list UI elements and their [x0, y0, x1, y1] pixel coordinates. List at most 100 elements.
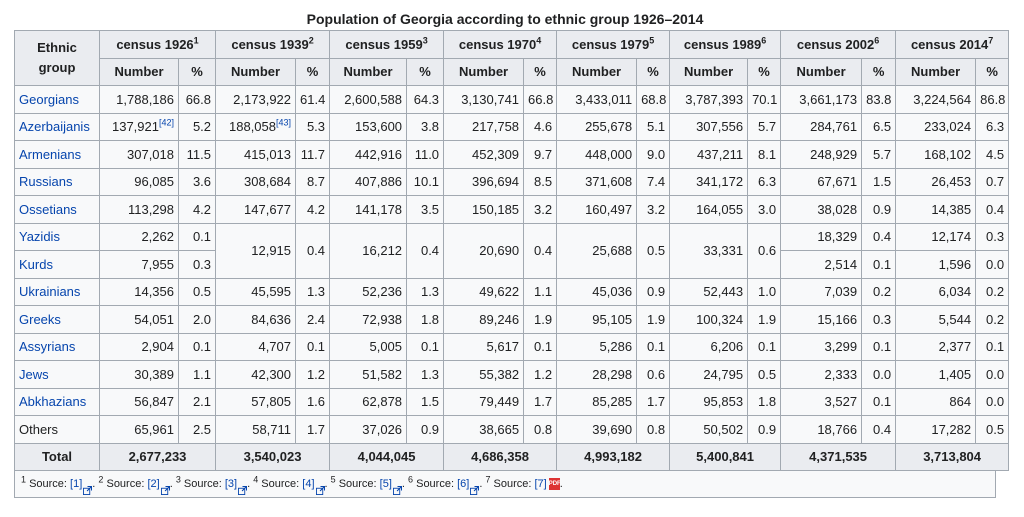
population-number-cell: 85,285: [556, 387, 638, 416]
population-percent-cell: 6.3: [975, 112, 1010, 141]
population-number-cell: 3,299: [780, 332, 863, 361]
population-number: 50,502: [703, 421, 744, 437]
footnote-source-link[interactable]: [5]: [380, 478, 392, 490]
census-footnote-marker[interactable]: 2: [309, 35, 314, 45]
population-percent-cell: 5.7: [747, 112, 782, 141]
ethnic-group-link[interactable]: Armenians: [19, 147, 81, 162]
census-footnote-marker[interactable]: 4: [536, 35, 541, 45]
population-number: 12,174: [931, 229, 972, 245]
census-label: census 1939: [231, 36, 309, 52]
population-number-cell: 307,556: [669, 112, 749, 141]
census-footnote-marker[interactable]: 5: [649, 35, 654, 45]
footnote-source-link[interactable]: [6]: [457, 478, 469, 490]
column-header-percent: %: [747, 57, 782, 86]
population-number: 168,102: [924, 146, 972, 162]
population-percent-cell: 83.8: [861, 85, 897, 114]
census-footnote-marker[interactable]: 6: [874, 35, 879, 45]
ethnic-group-link[interactable]: Yazidis: [19, 229, 60, 244]
header-row-censuses: Ethnic group census 19261 census 19392 cens…: [14, 30, 1010, 86]
table-row: Others 65,961 2.5 58,711 1.7 37,026 0.9 38,665 0…: [14, 415, 1010, 444]
population-percent-cell: 0.0: [975, 250, 1010, 279]
population-number: 308,684: [244, 174, 292, 190]
footnote-source-link[interactable]: [4]: [302, 478, 314, 490]
ethnic-group-cell[interactable]: Ossetians: [14, 195, 100, 224]
header-row-subcolumns: Number% Number% Number% Number% Number% Numbe…: [15, 57, 1010, 86]
ethnic-group-cell[interactable]: Assyrians: [14, 332, 100, 361]
population-number: 188,058: [229, 119, 276, 135]
population-number-cell: 49,622: [443, 277, 525, 306]
population-percent-cell: 0.5: [177, 277, 217, 306]
population-number: 4,707: [258, 339, 292, 355]
census-footnote-marker[interactable]: 6: [761, 35, 766, 45]
footnote-source-link[interactable]: [1]: [70, 478, 82, 490]
population-number-cell: 442,916: [329, 140, 408, 169]
population-number-cell: 5,617: [443, 332, 525, 361]
ethnic-group-link[interactable]: Kurds: [19, 257, 53, 272]
population-number: 307,556: [696, 119, 744, 135]
population-percent-cell: 1.6: [295, 387, 331, 416]
population-percent-cell: 0.1: [295, 332, 331, 361]
population-percent-cell: 1.9: [523, 305, 558, 334]
population-number: 141,178: [355, 201, 403, 217]
population-number: 3,224,564: [913, 91, 972, 107]
population-number-cell: 164,055: [669, 195, 749, 224]
population-number: 95,105: [592, 311, 633, 327]
total-row: Total 2,677,233 3,540,023 4,044,045 4,686,35…: [14, 442, 1010, 471]
ethnic-group-name: Others: [19, 421, 59, 437]
footnote-source-link[interactable]: [3]: [225, 478, 237, 490]
ethnic-group-link[interactable]: Ossetians: [19, 202, 77, 217]
ethnic-group-cell[interactable]: Abkhazians: [14, 387, 100, 416]
population-number-cell: 52,236: [329, 277, 408, 306]
population-percent-cell: 4.2: [295, 195, 331, 224]
column-header-census: census 19392: [215, 30, 331, 59]
population-number-cell: 188,058[43]: [215, 112, 297, 141]
ethnic-group-link[interactable]: Russians: [19, 174, 72, 189]
footnote-source-link[interactable]: [7]: [534, 478, 546, 490]
ethnic-group-cell[interactable]: Greeks: [14, 305, 100, 334]
ethnic-group-cell[interactable]: Kurds: [14, 250, 100, 279]
ethnic-group-cell[interactable]: Jews: [14, 360, 100, 389]
population-number-cell: 50,502: [669, 415, 749, 444]
ethnic-group-cell[interactable]: Azerbaijanis: [14, 112, 100, 141]
population-number-cell: 45,595: [215, 277, 297, 306]
population-percent-cell: 4.5: [975, 140, 1010, 169]
population-number: 38,028: [817, 201, 858, 217]
ethnic-group-link[interactable]: Assyrians: [19, 339, 75, 354]
population-percent-cell: 0.7: [975, 167, 1010, 196]
ethnic-group-cell[interactable]: Russians: [14, 167, 100, 196]
population-percent-cell: 0.4: [861, 415, 897, 444]
ethnic-group-link[interactable]: Ukrainians: [19, 284, 80, 299]
population-number-cell: 147,677: [215, 195, 297, 224]
reference-link[interactable]: [42]: [159, 118, 174, 128]
population-number-cell: 33,331: [669, 222, 749, 279]
population-percent-cell: 1.2: [295, 360, 331, 389]
population-percent-cell: 0.1: [747, 332, 782, 361]
census-footnote-marker[interactable]: 1: [194, 35, 199, 45]
table-row: Armenians 307,018 11.5 415,013 11.7 442,916 11…: [14, 140, 1010, 169]
census-footnote-marker[interactable]: 3: [423, 35, 428, 45]
population-percent-cell: 1.8: [747, 387, 782, 416]
column-header-number: Number: [443, 57, 525, 86]
ethnic-group-link[interactable]: Greeks: [19, 312, 61, 327]
column-header-census: census 20026: [780, 30, 897, 59]
ethnic-group-link[interactable]: Abkhazians: [19, 394, 86, 409]
population-number: 67,671: [817, 174, 858, 190]
ethnic-group-link[interactable]: Azerbaijanis: [19, 119, 90, 134]
population-number-cell: 54,051: [99, 305, 179, 334]
population-number: 16,212: [362, 243, 403, 258]
population-percent-cell: 0.4: [295, 222, 331, 279]
ethnic-group-link[interactable]: Jews: [19, 367, 49, 382]
ethnic-group-cell[interactable]: Georgians: [14, 85, 100, 114]
ethnic-group-link[interactable]: Georgians: [19, 92, 79, 107]
ethnic-group-cell[interactable]: Ukrainians: [14, 277, 100, 306]
census-label: census 2002: [796, 36, 875, 52]
column-header-census: census 19593: [329, 30, 445, 59]
population-number: 255,678: [585, 119, 633, 135]
ethnic-group-cell[interactable]: Yazidis: [14, 222, 100, 251]
reference-link[interactable]: [43]: [276, 118, 291, 128]
footnote-source-link[interactable]: [2]: [147, 478, 159, 490]
ethnic-group-cell[interactable]: Armenians: [14, 140, 100, 169]
population-number: 57,805: [251, 394, 292, 410]
census-footnote-marker[interactable]: 7: [988, 35, 993, 45]
population-percent-cell: 8.5: [523, 167, 558, 196]
